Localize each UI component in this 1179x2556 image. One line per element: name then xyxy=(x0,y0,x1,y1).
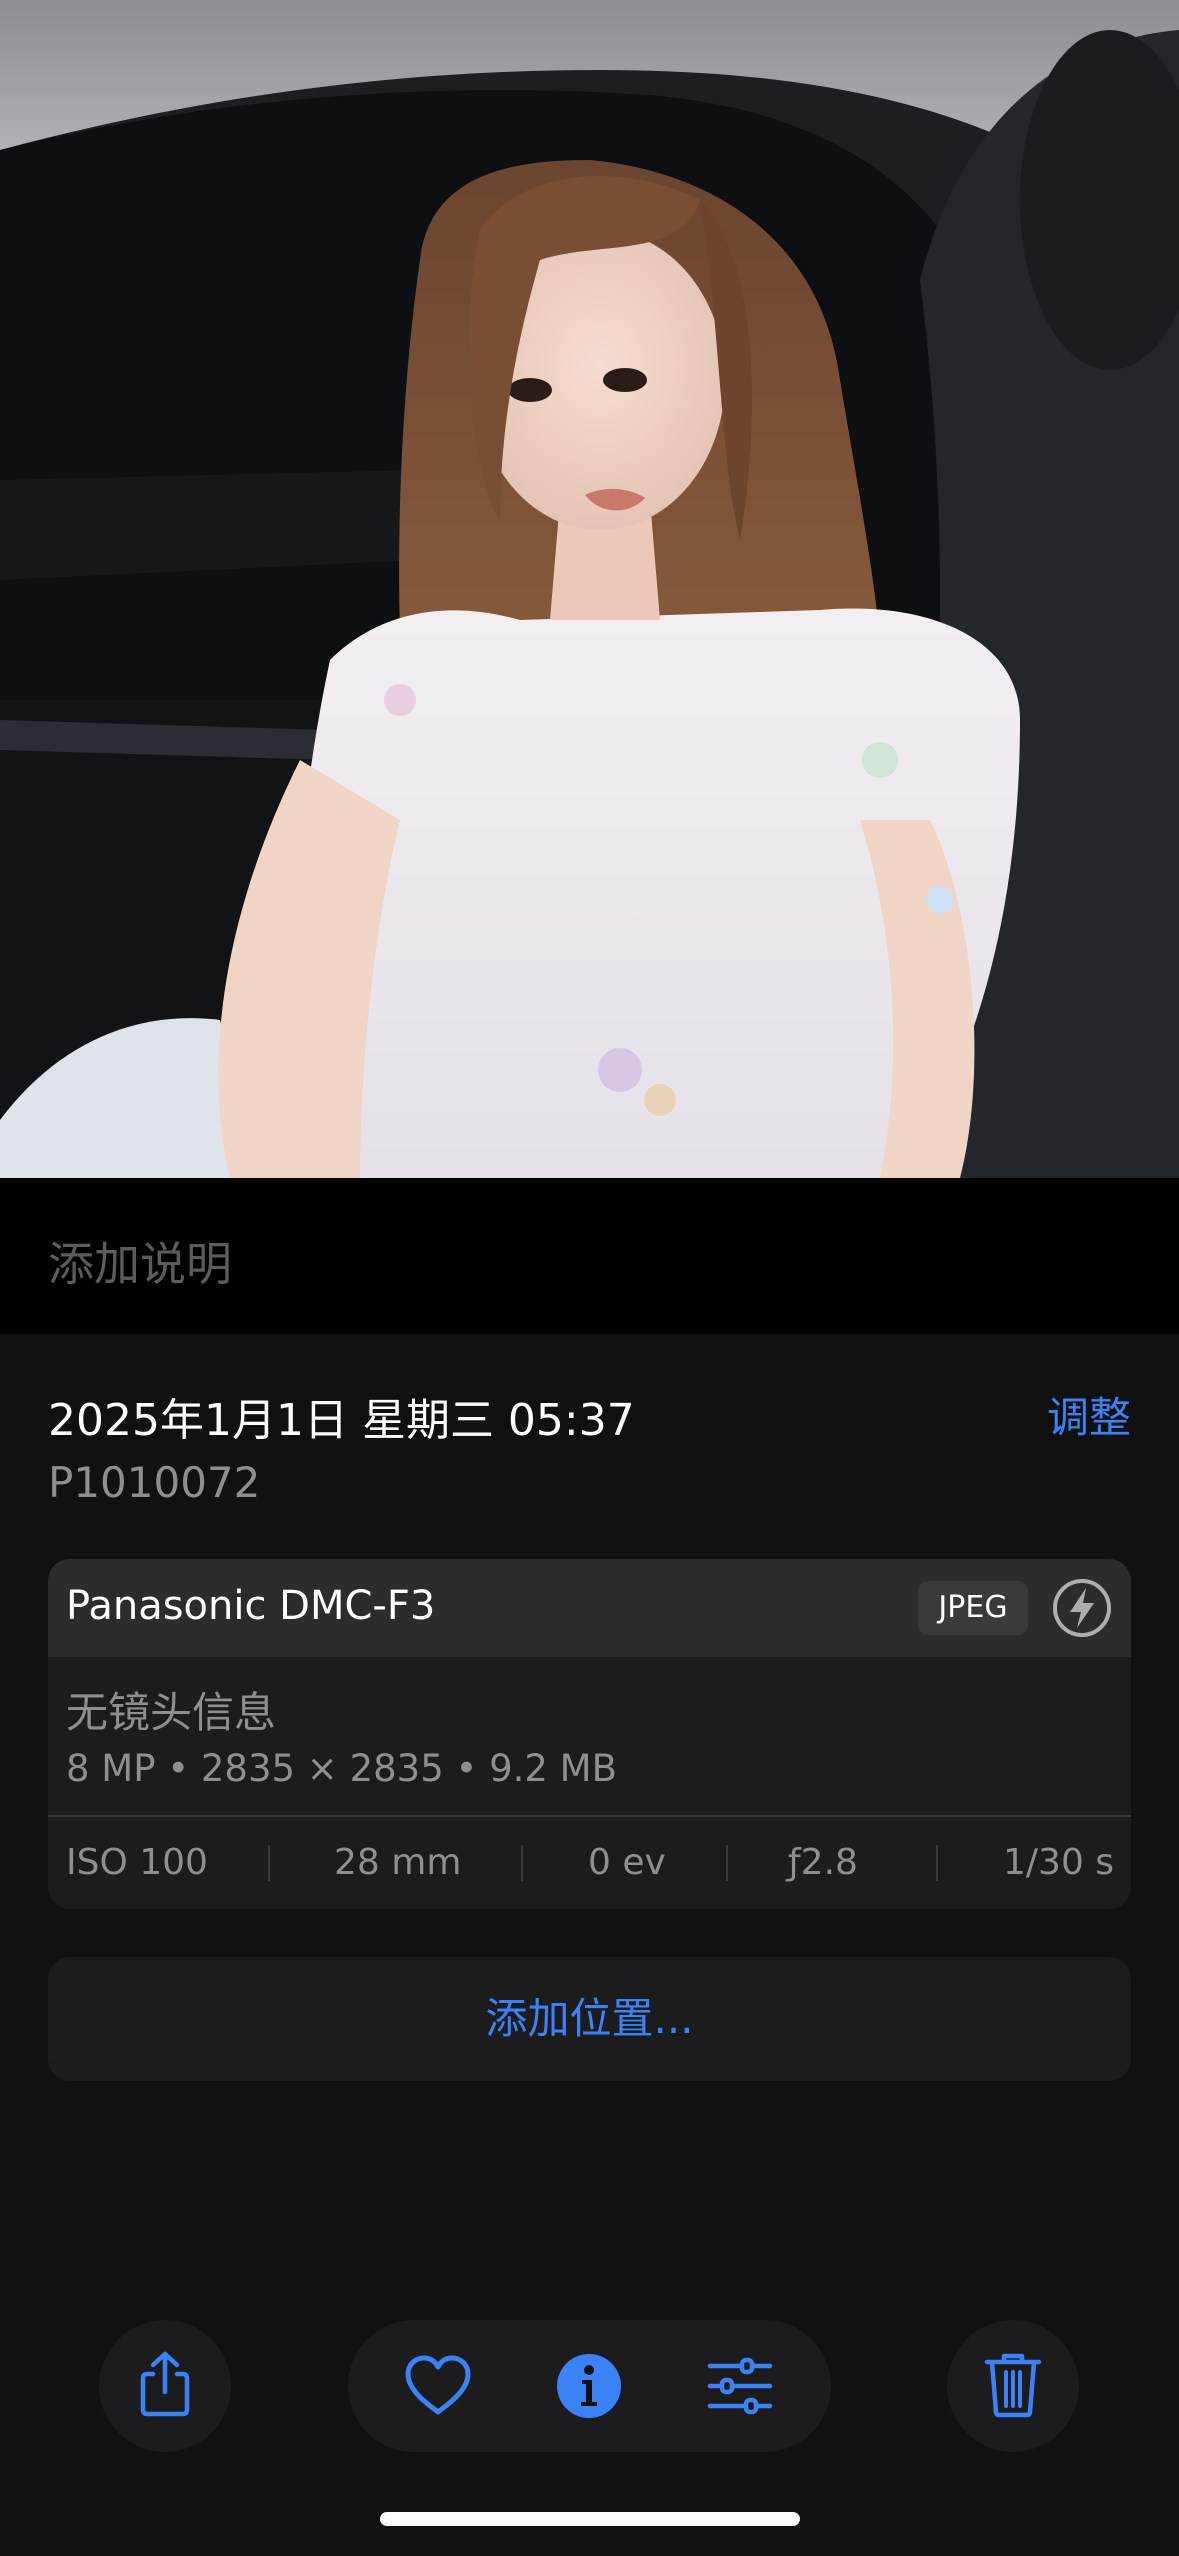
camera-model: Panasonic DMC-F3 xyxy=(66,1583,436,1629)
metadata-card-header: Panasonic DMC-F3 JPEG xyxy=(48,1559,1131,1657)
exif-separator xyxy=(268,1845,270,1881)
caption-input[interactable]: 添加说明 xyxy=(48,1228,232,1294)
share-button[interactable] xyxy=(99,2320,231,2452)
image-specs: 8 MP • 2835 × 2835 • 9.2 MB xyxy=(66,1747,617,1790)
photo-image xyxy=(0,0,1179,1178)
exif-row: ISO 100 28 mm 0 ev ƒ2.8 1/30 s xyxy=(48,1817,1131,1909)
exif-exposure: 0 ev xyxy=(588,1842,666,1883)
exif-iso: ISO 100 xyxy=(66,1842,208,1883)
sliders-icon[interactable] xyxy=(704,2350,776,2422)
photo-viewer[interactable] xyxy=(0,0,1179,1178)
trash-icon xyxy=(984,2353,1042,2418)
exif-shutter: 1/30 s xyxy=(1003,1842,1115,1883)
exif-aperture: ƒ2.8 xyxy=(788,1842,858,1883)
exif-separator xyxy=(726,1845,728,1881)
toolbar-action-group xyxy=(348,2320,831,2452)
home-indicator[interactable] xyxy=(380,2512,800,2526)
date-time: 2025年1月1日 星期三 05:37 xyxy=(48,1395,635,1446)
format-badge: JPEG xyxy=(918,1581,1028,1635)
delete-button[interactable] xyxy=(947,2320,1079,2452)
flash-icon xyxy=(1053,1579,1111,1637)
metadata-card: Panasonic DMC-F3 JPEG 无镜头信息 8 MP • 2835 … xyxy=(48,1559,1131,1909)
heart-icon[interactable] xyxy=(402,2350,474,2422)
caption-bar[interactable]: 添加说明 xyxy=(0,1178,1179,1334)
filename: P1010072 xyxy=(48,1458,261,1507)
share-icon xyxy=(140,2351,190,2417)
adjust-button[interactable]: 调整 xyxy=(1047,1384,1131,1445)
add-location-button[interactable]: 添加位置... xyxy=(48,1957,1131,2081)
exif-focal-length: 28 mm xyxy=(334,1842,462,1883)
lens-info: 无镜头信息 xyxy=(66,1688,277,1737)
info-icon[interactable] xyxy=(553,2350,625,2422)
exif-separator xyxy=(936,1845,938,1881)
exif-separator xyxy=(521,1845,523,1881)
